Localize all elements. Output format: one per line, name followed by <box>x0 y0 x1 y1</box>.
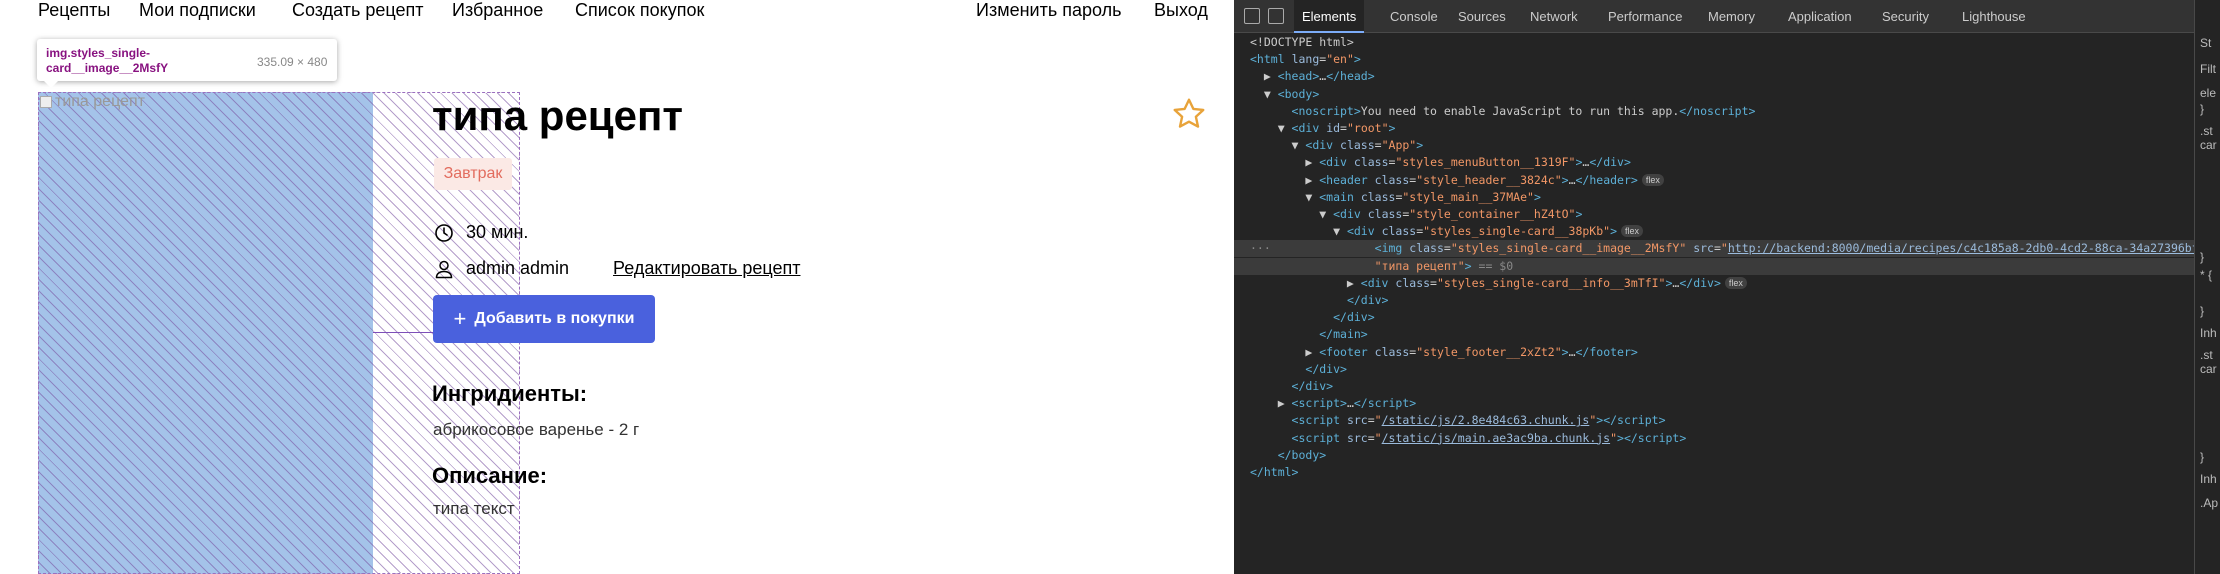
styles-pane-fragment: Inh <box>2200 472 2217 486</box>
tooltip-selector: img.styles_single-card__image__2MsfY <box>46 46 169 75</box>
recipe-page: Рецепты Мои подписки Создать рецепт Избр… <box>0 0 1234 574</box>
description-heading: Описание: <box>432 463 548 488</box>
devtools-tab-application[interactable]: Application <box>1780 0 1860 33</box>
dom-tree-line[interactable]: ▼ <div class="App"> <box>1234 137 2194 154</box>
dom-tree-line[interactable]: </body> <box>1234 447 2194 464</box>
styles-pane-fragment: .st <box>2200 124 2213 138</box>
dom-tree-line[interactable]: ▶ <head>…</head> <box>1234 68 2194 85</box>
devtools-tab-security[interactable]: Security <box>1874 0 1937 33</box>
plus-icon: + <box>453 306 467 331</box>
dom-tree-line[interactable]: ··· <img class="styles_single-card__imag… <box>1234 240 2220 258</box>
devtools-tab-bar: Elements Console Sources Network Performance… <box>1234 0 2220 33</box>
cook-time-row: 30 мин. <box>434 222 528 243</box>
styles-pane-edge: St Filt ele} .st car} * {} Inh .st car} Inh .Ap <box>2194 0 2220 574</box>
nav-shopping-list-link[interactable]: Список покупок <box>575 0 704 21</box>
favorite-star-icon[interactable] <box>1171 96 1207 132</box>
recipe-title: типа рецепт <box>432 92 683 139</box>
add-to-cart-label: Добавить в покупки <box>474 310 635 327</box>
nav-favorites-link[interactable]: Избранное <box>452 0 543 21</box>
nav-change-password-link[interactable]: Изменить пароль <box>976 0 1121 21</box>
styles-pane-fragment: car <box>2200 138 2217 152</box>
user-icon <box>435 260 453 278</box>
nav-recipes-link[interactable]: Рецепты <box>38 0 110 21</box>
dom-tree-line[interactable]: ▼ <div class="style_container__hZ4tO"> <box>1234 206 2194 223</box>
styles-pane-fragment: } <box>2200 304 2205 318</box>
styles-pane-fragment: .st <box>2200 348 2213 362</box>
clock-icon <box>435 223 453 242</box>
dom-tree-line[interactable]: ▶ <div class="styles_single-card__info__… <box>1234 275 2194 292</box>
styles-pane-fragment: .Ap <box>2200 496 2219 510</box>
devtools-tab-sources[interactable]: Sources <box>1450 0 1514 33</box>
styles-pane-fragment: Filt <box>2200 62 2216 76</box>
styles-pane-fragment: } <box>2200 102 2205 116</box>
device-toolbar-icon[interactable] <box>1268 8 1284 24</box>
ingredients-heading: Ингридиенты: <box>432 381 588 406</box>
dom-tree-line[interactable]: ▶ <header class="style_header__3824c">…<… <box>1234 172 2194 189</box>
inspect-tooltip: img.styles_single-card__image__2MsfY 335… <box>37 39 337 81</box>
nav-logout-link[interactable]: Выход <box>1154 0 1208 21</box>
devtools-tab-network[interactable]: Network <box>1522 0 1586 33</box>
cook-time: 30 мин. <box>466 222 529 242</box>
dom-tree-line[interactable]: ▼ <div class="styles_single-card__38pKb"… <box>1234 223 2194 240</box>
tooltip-arrow <box>44 81 58 88</box>
dom-tree-line[interactable]: ▼ <main class="style_main__37MAe"> <box>1234 189 2194 206</box>
dom-tree-line[interactable]: <script src="/static/js/main.ae3ac9ba.ch… <box>1234 430 2194 447</box>
styles-pane-fragment: } <box>2200 250 2205 264</box>
dom-tree-line[interactable]: ▶ <script>…</script> <box>1234 395 2194 412</box>
devtools-panel: Elements Console Sources Network Performance… <box>1234 0 2220 574</box>
dom-tree-line[interactable]: <html lang="en"> <box>1234 51 2194 68</box>
devtools-tab-elements[interactable]: Elements <box>1294 0 1365 33</box>
devtools-tab-memory[interactable]: Memory <box>1700 0 1763 33</box>
broken-image-icon <box>40 96 52 108</box>
add-to-cart-button[interactable]: + Добавить в покупки <box>433 295 655 343</box>
styles-pane-fragment: car <box>2200 362 2217 376</box>
nav-subscriptions-link[interactable]: Мои подписки <box>139 0 256 21</box>
dom-tree-line[interactable]: </main> <box>1234 326 2194 343</box>
dom-tree-line[interactable]: "типа рецепт"> == $0 <box>1234 257 2194 275</box>
devtools-tab-lighthouse[interactable]: Lighthouse <box>1954 0 2034 33</box>
dom-tree-line[interactable]: ▼ <body> <box>1234 86 2194 103</box>
inspect-element-icon[interactable] <box>1244 8 1260 24</box>
dom-tree-line[interactable]: <noscript>You need to enable JavaScript … <box>1234 103 2194 120</box>
dom-tree-line[interactable]: </div> <box>1234 378 2194 395</box>
devtools-tab-console[interactable]: Console <box>1382 0 1446 33</box>
dom-tree: <!DOCTYPE html> <html lang="en"> ▶ <head>… <box>1234 34 2220 574</box>
styles-pane-fragment: * { <box>2200 268 2213 282</box>
devtools-tab-performance[interactable]: Performance <box>1600 0 1690 33</box>
dom-tree-line[interactable]: </html> <box>1234 464 2194 481</box>
broken-image-alt: типа рецепт <box>40 93 145 111</box>
dom-tree-line[interactable]: </div> <box>1234 361 2194 378</box>
ingredient-item: абрикосовое варенье - 2 г <box>433 420 640 439</box>
styles-pane-fragment: ele <box>2200 86 2217 100</box>
author-name: admin admin <box>466 258 570 278</box>
styles-pane-fragment: Inh <box>2200 326 2217 340</box>
tooltip-dimensions: 335.09 × 480 <box>257 55 328 69</box>
styles-pane-fragment: St <box>2200 36 2212 50</box>
edit-recipe-link[interactable]: Редактировать рецепт <box>613 258 800 279</box>
top-nav: Рецепты Мои подписки Создать рецепт Избр… <box>0 0 1234 22</box>
description-text: типа текст <box>433 499 515 518</box>
dom-tree-line[interactable]: ▼ <div id="root"> <box>1234 120 2194 137</box>
dom-tree-line[interactable]: ▶ <div class="styles_menuButton__1319F">… <box>1234 154 2194 171</box>
dom-tree-line[interactable]: <script src="/static/js/2.8e484c63.chunk… <box>1234 412 2194 429</box>
author-row: admin admin <box>434 258 569 279</box>
styles-pane-fragment: } <box>2200 450 2205 464</box>
dom-tree-line[interactable]: <!DOCTYPE html> <box>1234 34 2194 51</box>
dom-tree-line[interactable]: </div> <box>1234 309 2194 326</box>
dom-tree-line[interactable]: ▶ <footer class="style_footer__2xZt2">…<… <box>1234 344 2194 361</box>
image-alt-text: типа рецепт <box>55 93 145 110</box>
nav-create-recipe-link[interactable]: Создать рецепт <box>292 0 424 21</box>
recipe-tag-badge: Завтрак <box>434 158 512 190</box>
dom-tree-line[interactable]: </div> <box>1234 292 2194 309</box>
